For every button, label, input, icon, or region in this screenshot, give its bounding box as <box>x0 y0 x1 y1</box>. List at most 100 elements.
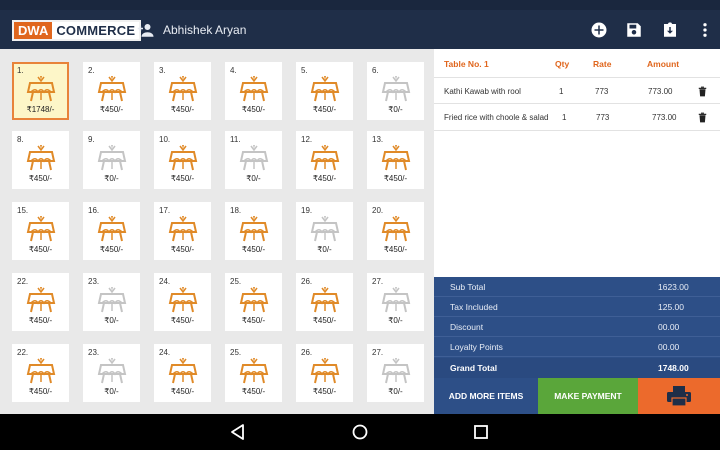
table-tile[interactable]: 1. ₹1748/- <box>12 62 69 120</box>
dining-table-icon <box>310 145 340 171</box>
table-amount: ₹0/- <box>104 387 119 396</box>
delete-icon[interactable] <box>698 112 707 123</box>
dining-table-icon <box>97 216 127 242</box>
table-tile[interactable]: 12. ₹450/- <box>296 131 353 189</box>
table-tile[interactable]: 24. ₹450/- <box>154 344 211 402</box>
make-payment-button[interactable]: MAKE PAYMENT <box>538 378 638 414</box>
table-amount: ₹0/- <box>388 387 403 396</box>
table-tile[interactable]: 26. ₹450/- <box>296 273 353 331</box>
table-amount: ₹450/- <box>28 245 53 254</box>
table-amount: ₹450/- <box>383 174 408 183</box>
table-amount: ₹0/- <box>317 245 332 254</box>
table-amount: ₹450/- <box>241 245 266 254</box>
table-tile[interactable]: 22. ₹450/- <box>12 273 69 331</box>
table-tile[interactable]: 19. ₹0/- <box>296 202 353 260</box>
table-tile[interactable]: 10. ₹450/- <box>154 131 211 189</box>
recents-icon[interactable] <box>472 423 490 441</box>
add-more-items-button[interactable]: ADD MORE ITEMS <box>434 378 538 414</box>
add-person-icon[interactable] <box>137 22 155 38</box>
status-bar <box>0 0 720 10</box>
table-tile[interactable]: 9. ₹0/- <box>83 131 140 189</box>
table-number: 8. <box>17 135 24 144</box>
dining-table-icon <box>26 287 56 313</box>
grand-total-row: Grand Total 1748.00 <box>434 358 720 378</box>
home-icon[interactable] <box>351 423 369 441</box>
table-tile[interactable]: 20. ₹450/- <box>367 202 424 260</box>
table-tile[interactable]: 25. ₹450/- <box>225 344 282 402</box>
dining-table-icon <box>310 287 340 313</box>
dining-table-icon <box>310 76 340 102</box>
more-vert-icon[interactable] <box>698 21 712 39</box>
dining-table-icon <box>168 216 198 242</box>
order-table-label: Table No. 1 <box>444 59 489 69</box>
download-icon[interactable] <box>661 21 679 39</box>
table-amount: ₹450/- <box>383 245 408 254</box>
table-number: 2. <box>88 66 95 75</box>
table-tile[interactable]: 18. ₹450/- <box>225 202 282 260</box>
add-circle-icon[interactable] <box>590 21 608 39</box>
printer-icon <box>667 386 691 407</box>
dining-table-icon <box>97 287 127 313</box>
table-tile[interactable]: 5. ₹450/- <box>296 62 353 120</box>
table-tile[interactable]: 15. ₹450/- <box>12 202 69 260</box>
grand-total-value: 1748.00 <box>658 363 689 373</box>
table-tile[interactable]: 27. ₹0/- <box>367 273 424 331</box>
table-tile[interactable]: 22. ₹450/- <box>12 344 69 402</box>
dining-table-icon <box>381 145 411 171</box>
table-tile[interactable]: 26. ₹450/- <box>296 344 353 402</box>
table-amount: ₹450/- <box>312 105 337 114</box>
table-amount: ₹450/- <box>170 105 195 114</box>
table-amount: ₹450/- <box>241 316 266 325</box>
tax-label: Tax Included <box>450 302 498 312</box>
table-tile[interactable]: 6. ₹0/- <box>367 62 424 120</box>
table-amount: ₹450/- <box>312 174 337 183</box>
table-grid: 1. ₹1748/- 2. ₹450/- 3. ₹450/- 4. ₹450/- 5. ₹450/… <box>0 49 434 414</box>
dining-table-icon <box>381 76 411 102</box>
table-amount: ₹450/- <box>28 174 53 183</box>
table-amount: ₹0/- <box>388 316 403 325</box>
table-tile[interactable]: 23. ₹0/- <box>83 273 140 331</box>
table-tile[interactable]: 16. ₹450/- <box>83 202 140 260</box>
user-name: Abhishek Aryan <box>163 23 247 37</box>
table-tile[interactable]: 8. ₹450/- <box>12 131 69 189</box>
dining-table-icon <box>310 216 340 242</box>
qty-header: Qty <box>555 59 570 69</box>
app-header: DWA COMMERCE Abhishek Aryan <box>0 0 720 49</box>
order-item-row[interactable]: Fried rice with choole & salad 1 773 773… <box>434 104 720 131</box>
table-tile[interactable]: 27. ₹0/- <box>367 344 424 402</box>
dining-table-icon <box>239 287 269 313</box>
subtotal-label: Sub Total <box>450 282 486 292</box>
table-tile[interactable]: 11. ₹0/- <box>225 131 282 189</box>
subtotal-row: Sub Total 1623.00 <box>434 277 720 297</box>
dining-table-icon <box>168 287 198 313</box>
delete-icon[interactable] <box>698 86 707 97</box>
table-tile[interactable]: 13. ₹450/- <box>367 131 424 189</box>
table-tile[interactable]: 23. ₹0/- <box>83 344 140 402</box>
table-number: 6. <box>372 66 379 75</box>
order-item-row[interactable]: Kathi Kawab with rool 1 773 773.00 <box>434 77 720 104</box>
table-tile[interactable]: 24. ₹450/- <box>154 273 211 331</box>
table-tile[interactable]: 4. ₹450/- <box>225 62 282 120</box>
dining-table-icon <box>97 358 127 384</box>
system-nav-bar <box>0 414 720 450</box>
table-tile[interactable]: 17. ₹450/- <box>154 202 211 260</box>
save-icon[interactable] <box>625 21 643 39</box>
dining-table-icon <box>239 145 269 171</box>
item-qty: 1 <box>562 113 567 122</box>
tax-value: 125.00 <box>658 302 684 312</box>
table-amount: ₹450/- <box>28 387 53 396</box>
table-amount: ₹0/- <box>388 105 403 114</box>
table-tile[interactable]: 25. ₹450/- <box>225 273 282 331</box>
dining-table-icon <box>381 216 411 242</box>
table-tile[interactable]: 2. ₹450/- <box>83 62 140 120</box>
back-icon[interactable] <box>229 423 247 441</box>
table-tile[interactable]: 3. ₹450/- <box>154 62 211 120</box>
print-button[interactable] <box>638 378 720 414</box>
item-amount: 773.00 <box>648 87 673 96</box>
table-number: 5. <box>301 66 308 75</box>
loyalty-row: Loyalty Points 00.00 <box>434 337 720 357</box>
discount-row: Discount 00.00 <box>434 317 720 337</box>
totals-panel: Sub Total 1623.00 Tax Included 125.00 Di… <box>434 277 720 378</box>
discount-label: Discount <box>450 322 484 332</box>
table-amount: ₹450/- <box>170 245 195 254</box>
